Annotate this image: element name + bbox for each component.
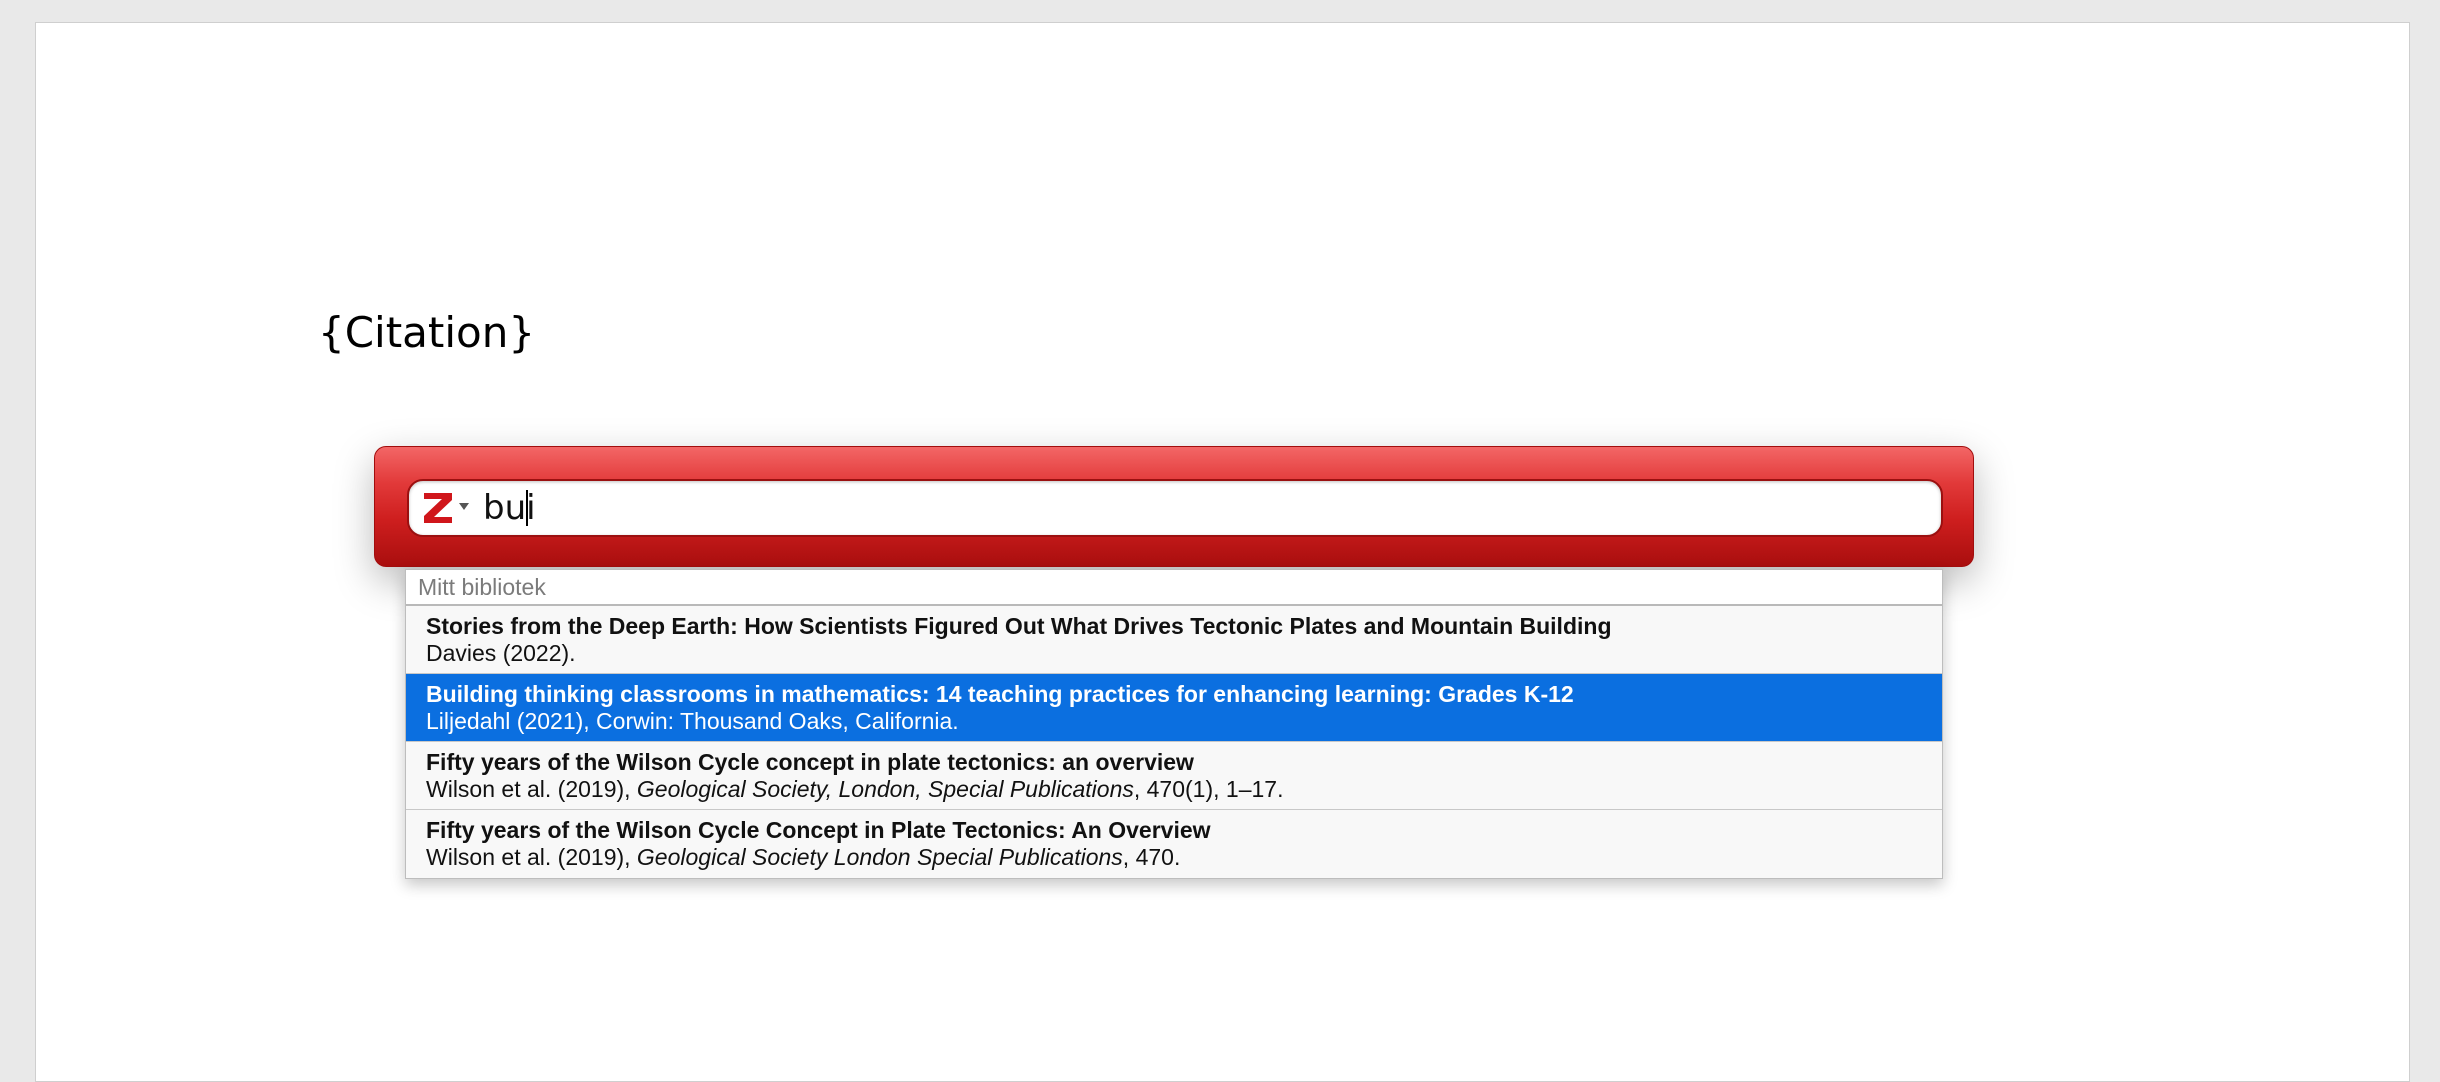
quick-format-bar — [374, 446, 1974, 567]
citation-placeholder[interactable]: {Citation} — [318, 308, 535, 357]
result-meta: Liljedahl (2021), Corwin: Thousand Oaks,… — [426, 708, 1942, 735]
zotero-z-icon — [424, 493, 452, 523]
result-meta-prefix: Liljedahl (2021), Corwin: Thousand Oaks,… — [426, 708, 959, 734]
result-title: Building thinking classrooms in mathemat… — [426, 681, 1574, 707]
zotero-menu-button[interactable] — [423, 491, 475, 527]
search-input[interactable] — [483, 487, 1913, 529]
result-meta-suffix: , 470(1), 1–17. — [1133, 776, 1284, 802]
result-title: Stories from the Deep Earth: How Scienti… — [426, 613, 1612, 639]
text-cursor — [526, 490, 528, 526]
chevron-down-icon — [459, 503, 469, 510]
result-journal: Geological Society, London, Special Publ… — [636, 776, 1134, 802]
result-meta-prefix: Davies (2022). — [426, 640, 576, 666]
result-item[interactable]: Fifty years of the Wilson Cycle concept … — [406, 742, 1942, 810]
result-journal: Geological Society London Special Public… — [636, 844, 1123, 870]
section-header-library: Mitt bibliotek — [406, 570, 1942, 606]
result-item[interactable]: Stories from the Deep Earth: How Scienti… — [406, 606, 1942, 674]
result-meta: Wilson et al. (2019), Geological Society… — [426, 776, 1942, 803]
result-meta-prefix: Wilson et al. (2019), — [426, 776, 637, 802]
search-box[interactable] — [407, 479, 1943, 537]
result-meta: Wilson et al. (2019), Geological Society… — [426, 844, 1942, 871]
result-meta-prefix: Wilson et al. (2019), — [426, 844, 637, 870]
result-item-selected[interactable]: Building thinking classrooms in mathemat… — [406, 674, 1942, 742]
result-meta-suffix: , 470. — [1122, 844, 1181, 870]
result-item[interactable]: Fifty years of the Wilson Cycle Concept … — [406, 810, 1942, 878]
result-title: Fifty years of the Wilson Cycle concept … — [426, 749, 1194, 775]
result-meta: Davies (2022). — [426, 640, 1942, 667]
result-title: Fifty years of the Wilson Cycle Concept … — [426, 817, 1211, 843]
results-dropdown: Mitt bibliotek Stories from the Deep Ear… — [405, 569, 1943, 879]
